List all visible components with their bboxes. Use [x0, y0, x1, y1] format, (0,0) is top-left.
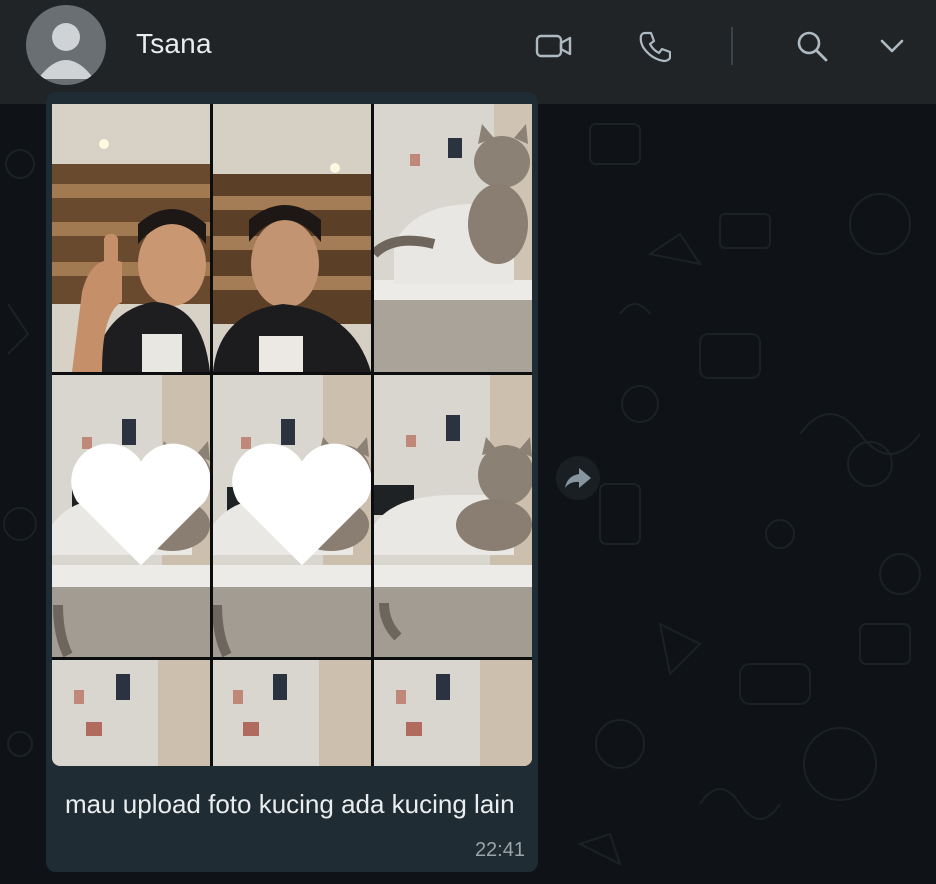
avatar-placeholder-icon	[38, 23, 94, 79]
photo-thumbnail[interactable]	[374, 104, 532, 372]
favorite-heart-icon	[232, 443, 371, 566]
video-call-button[interactable]	[534, 26, 574, 66]
message-caption: mau upload foto kucing ada kucing lain	[65, 789, 515, 819]
forward-arrow-icon	[565, 468, 591, 488]
contact-name[interactable]: Tsana	[136, 28, 212, 60]
chat-header: Tsana	[0, 0, 936, 104]
message-timestamp: 22:41	[474, 839, 525, 861]
photo-album-grid	[52, 104, 532, 766]
photo-room-wall	[52, 660, 210, 766]
search-button[interactable]	[792, 26, 832, 66]
header-divider	[731, 27, 733, 65]
contact-avatar[interactable]	[26, 5, 106, 85]
photo-thumbnail[interactable]	[213, 104, 371, 372]
photo-thumbnail[interactable]	[213, 375, 371, 657]
message-bubble[interactable]: mau upload foto kucing ada kucing lain 2…	[46, 92, 538, 872]
voice-call-icon	[639, 31, 671, 63]
video-call-icon	[535, 34, 572, 58]
photo-thumbnail[interactable]	[374, 660, 532, 766]
menu-dropdown-button[interactable]	[872, 26, 912, 66]
photo-thumbnail[interactable]	[213, 660, 371, 766]
photo-man-thumbs-up	[52, 104, 210, 372]
chevron-down-icon	[880, 39, 904, 53]
search-icon	[797, 31, 828, 62]
photo-thumbnail[interactable]	[52, 660, 210, 766]
photo-man-selfie	[213, 104, 371, 372]
photo-thumbnail[interactable]	[52, 375, 210, 657]
photo-thumbnail[interactable]	[52, 104, 210, 372]
favorite-heart-icon	[71, 443, 210, 566]
forward-button[interactable]	[556, 456, 600, 500]
photo-room-wall	[374, 660, 532, 766]
voice-call-button[interactable]	[634, 26, 674, 66]
photo-room-wall	[213, 660, 371, 766]
photo-cat-on-desk	[374, 375, 532, 657]
photo-thumbnail[interactable]	[374, 375, 532, 657]
photo-cat-on-desk	[374, 104, 532, 372]
